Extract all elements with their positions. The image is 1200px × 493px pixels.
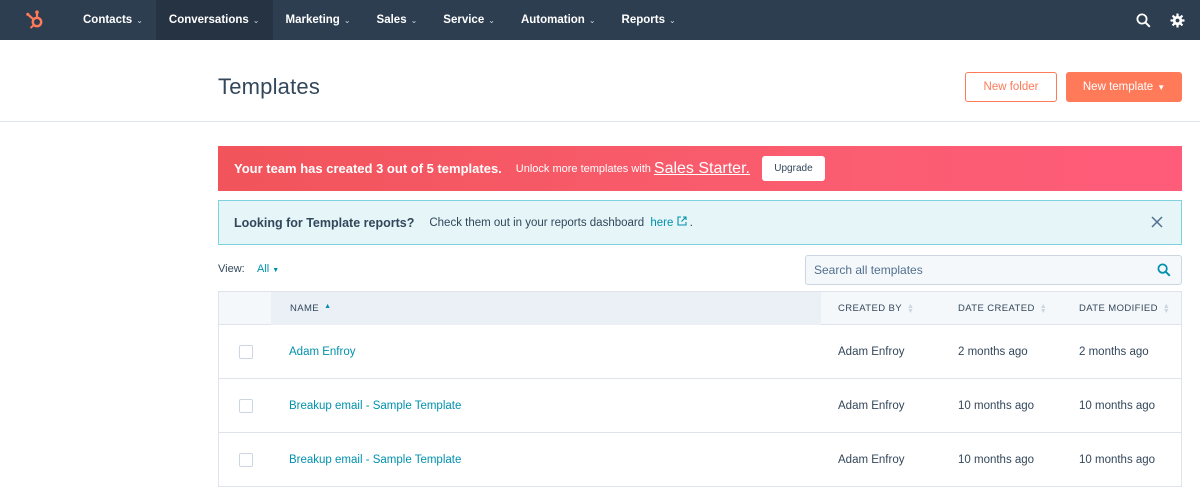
close-icon[interactable] — [1151, 215, 1165, 229]
info-banner-heading: Looking for Template reports? — [234, 215, 415, 230]
row-checkbox[interactable] — [239, 399, 253, 413]
nav-label: Sales — [376, 14, 407, 26]
date-created-cell: 2 months ago — [958, 346, 1028, 358]
new-folder-label: New folder — [983, 81, 1039, 93]
caret-down-icon: ▼ — [1157, 82, 1166, 92]
column-label: CREATED BY — [838, 303, 903, 314]
chevron-down-icon: ⌄ — [588, 15, 596, 25]
info-banner-message: Check them out in your reports dashboard — [429, 217, 645, 229]
nav-label: Marketing — [285, 14, 340, 26]
nav-sales[interactable]: Sales ⌄ — [364, 0, 431, 40]
template-reports-banner: Looking for Template reports? Check them… — [218, 200, 1182, 245]
new-template-label: New template — [1082, 81, 1154, 93]
date-created-cell: 10 months ago — [958, 454, 1035, 466]
sort-icon: ▲ ▼ — [907, 302, 915, 315]
view-filter-dropdown[interactable]: All ▼ — [257, 263, 279, 275]
templates-table: NAME ▲▼ CREATED BY ▲▼ DATE CREATED ▲▼ DATE … — [218, 291, 1182, 487]
column-header-date-modified[interactable]: DATE MODIFIED ▲ ▼ — [1079, 292, 1170, 325]
chevron-down-icon: ⌄ — [136, 15, 143, 25]
created-by-cell: Adam Enfroy — [838, 454, 905, 466]
search-field — [805, 255, 1182, 285]
created-by-cell: Adam Enfroy — [838, 400, 905, 412]
table-row: Breakup email - Sample Template Adam Enf… — [219, 379, 1181, 433]
upgrade-banner: Your team has created 3 out of 5 templat… — [218, 146, 1182, 191]
hubspot-sprocket-icon — [26, 10, 43, 29]
caret-down-icon: ▼ — [272, 267, 280, 274]
info-banner-text: Check them out in your reports dashboard… — [429, 216, 693, 229]
nav-right-actions — [1132, 0, 1200, 40]
date-created-cell: 10 months ago — [958, 400, 1035, 412]
search-icon[interactable] — [1157, 263, 1171, 277]
upgrade-button-label: Upgrade — [774, 163, 813, 174]
column-label: DATE MODIFIED — [1079, 303, 1158, 314]
created-by-cell: Adam Enfroy — [838, 346, 905, 358]
sales-starter-link[interactable]: Sales Starter. — [654, 160, 750, 178]
page-title: Templates — [218, 74, 321, 99]
nav-label: Service — [443, 14, 485, 26]
row-checkbox[interactable] — [239, 453, 253, 467]
nav-conversations[interactable]: Conversations ⌄ — [155, 0, 273, 40]
nav-service[interactable]: Service ⌄ — [430, 0, 508, 40]
date-modified-cell: 10 months ago — [1079, 400, 1156, 412]
settings-gear-icon[interactable] — [1166, 9, 1188, 31]
upgrade-banner-text: Unlock more templates with — [515, 162, 651, 175]
chevron-down-icon: ⌄ — [668, 15, 676, 25]
view-filter-label: View: — [218, 263, 245, 275]
column-label: DATE CREATED — [958, 303, 1035, 314]
search-input[interactable] — [806, 256, 1136, 284]
nav-marketing[interactable]: Marketing ⌄ — [273, 0, 364, 40]
column-header-name[interactable]: NAME ▲▼ — [271, 292, 821, 325]
upgrade-banner-heading: Your team has created 3 out of 5 templat… — [234, 161, 502, 176]
column-label: NAME — [290, 303, 320, 314]
sort-ascending-icon: ▲▼ — [324, 302, 332, 310]
nav-label: Automation — [520, 14, 585, 26]
search-icon[interactable] — [1132, 9, 1154, 31]
column-header-created-by[interactable]: CREATED BY ▲ ▼ — [838, 292, 914, 325]
row-select-cell — [239, 433, 253, 487]
column-header-date-created[interactable]: DATE CREATED ▲ ▼ — [958, 292, 1047, 325]
sort-icon: ▲ ▼ — [1162, 302, 1171, 315]
template-name-link[interactable]: Breakup email - Sample Template — [289, 379, 461, 433]
new-template-button[interactable]: New template ▼ — [1066, 72, 1182, 102]
table-header: NAME ▲▼ CREATED BY ▲▼ DATE CREATED ▲▼ DATE … — [219, 292, 1181, 325]
chevron-down-icon: ⌄ — [488, 15, 495, 25]
date-modified-cell: 2 months ago — [1079, 346, 1149, 358]
chevron-down-icon: ⌄ — [252, 15, 260, 25]
nav-label: Conversations — [168, 14, 249, 26]
template-name-link[interactable]: Breakup email - Sample Template — [289, 433, 461, 487]
page-header: Templates New folder New template ▼ — [0, 40, 1200, 122]
row-checkbox[interactable] — [239, 345, 253, 359]
top-navigation: Contacts ⌄ Conversations ⌄ Marketing ⌄ Sale… — [0, 0, 1200, 40]
nav-label: Reports — [621, 14, 665, 26]
template-name-link[interactable]: Adam Enfroy — [289, 325, 355, 379]
nav-automation[interactable]: Automation ⌄ — [508, 0, 609, 40]
sort-icon: ▲ ▼ — [1039, 302, 1048, 315]
table-row: Adam Enfroy Adam Enfroy 2 months ago 2 m… — [219, 325, 1181, 379]
reports-dashboard-link[interactable]: here — [650, 216, 687, 229]
reports-link-label: here — [650, 217, 674, 229]
row-select-cell — [239, 379, 253, 433]
chevron-down-icon: ⌄ — [410, 15, 418, 25]
info-banner-suffix: . — [689, 217, 693, 229]
view-filter-value: All — [257, 263, 270, 275]
table-row: Breakup email - Sample Template Adam Enf… — [219, 433, 1181, 487]
nav-label: Contacts — [83, 14, 133, 26]
nav-contacts[interactable]: Contacts ⌄ — [70, 0, 156, 40]
upgrade-button[interactable]: Upgrade — [761, 156, 825, 181]
new-folder-button[interactable]: New folder — [965, 72, 1057, 102]
date-modified-cell: 10 months ago — [1079, 454, 1156, 466]
nav-reports[interactable]: Reports ⌄ — [609, 0, 689, 40]
row-select-cell — [239, 325, 253, 379]
chevron-down-icon: ⌄ — [343, 15, 351, 25]
external-link-icon — [677, 216, 687, 226]
hubspot-logo[interactable] — [0, 0, 70, 40]
